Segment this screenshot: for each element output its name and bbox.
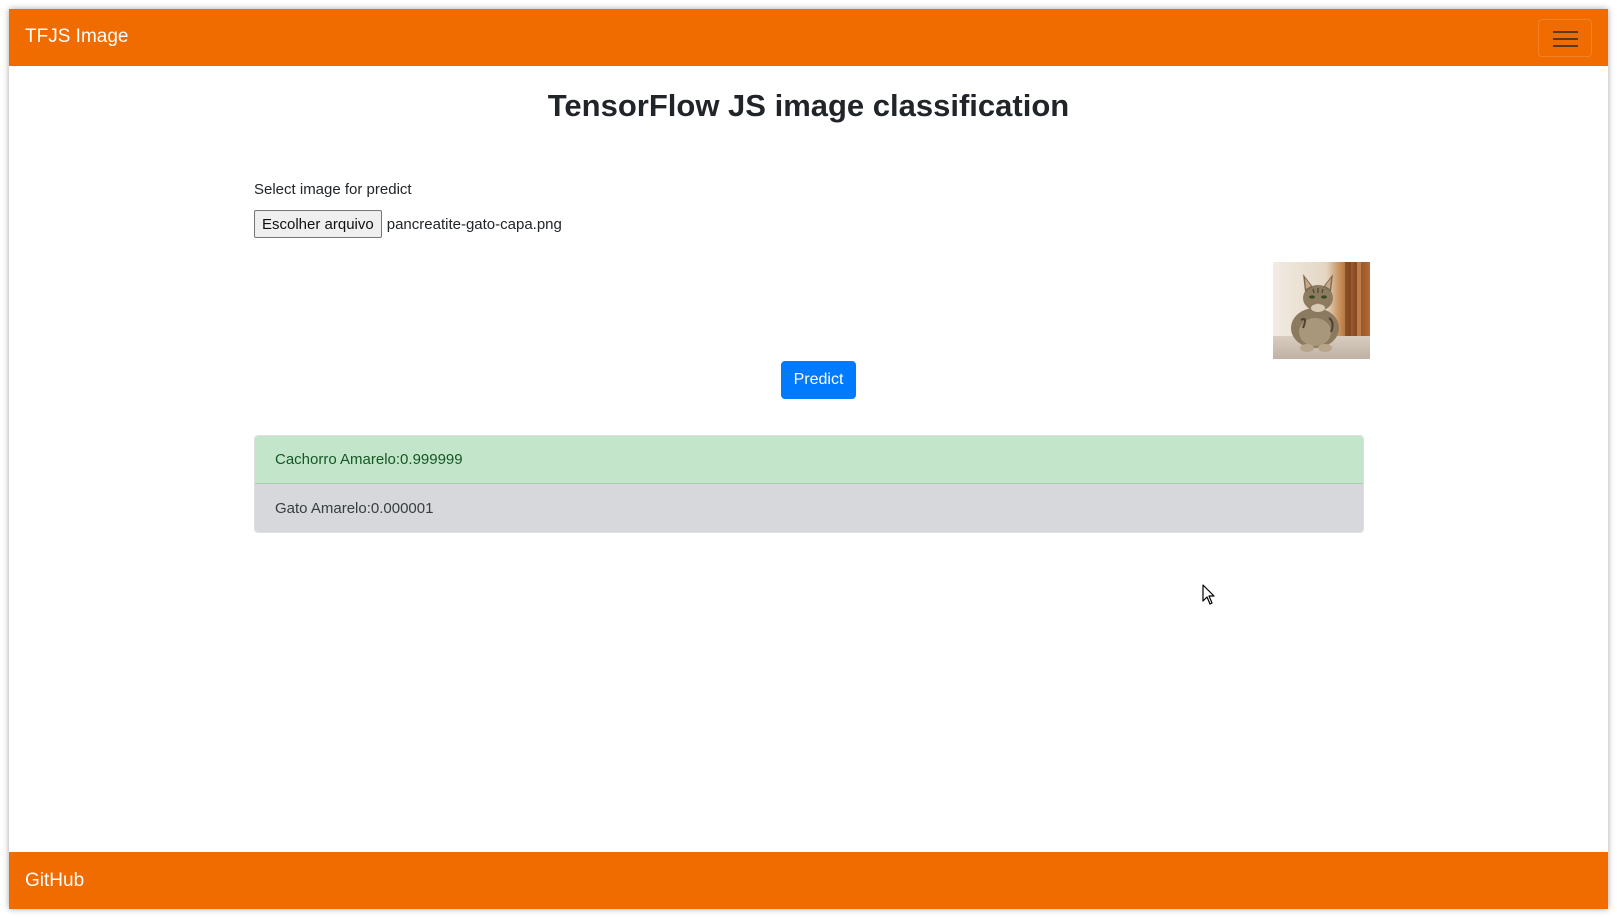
- list-item: Cachorro Amarelo:0.999999: [255, 436, 1363, 484]
- browser-page: TFJS Image TensorFlow JS image classific…: [9, 9, 1608, 909]
- select-image-label: Select image for predict: [254, 181, 412, 198]
- choose-file-button[interactable]: Escolher arquivo: [254, 210, 382, 238]
- footer: GitHub: [9, 852, 1608, 909]
- file-input[interactable]: Escolher arquivo pancreatite-gato-capa.p…: [254, 210, 562, 238]
- hamburger-menu-icon-bottom: [1553, 45, 1578, 47]
- selected-file-name: pancreatite-gato-capa.png: [386, 215, 562, 233]
- navbar: TFJS Image: [9, 9, 1608, 66]
- navbar-brand[interactable]: TFJS Image: [25, 25, 128, 49]
- hamburger-menu-icon-middle: [1553, 38, 1578, 40]
- page-title: TensorFlow JS image classification: [547, 88, 1070, 123]
- github-link[interactable]: GitHub: [25, 869, 84, 893]
- navbar-toggler-button[interactable]: [1538, 19, 1592, 57]
- cat-photo-preview: [1273, 262, 1370, 359]
- hamburger-menu-icon: [1553, 31, 1578, 33]
- mouse-cursor-icon: [1202, 584, 1216, 611]
- cat-photo-image: [1273, 262, 1370, 359]
- list-item: Gato Amarelo:0.000001: [255, 484, 1363, 532]
- prediction-results-list: Cachorro Amarelo:0.999999 Gato Amarelo:0…: [254, 435, 1364, 533]
- predict-button[interactable]: Predict: [781, 361, 856, 399]
